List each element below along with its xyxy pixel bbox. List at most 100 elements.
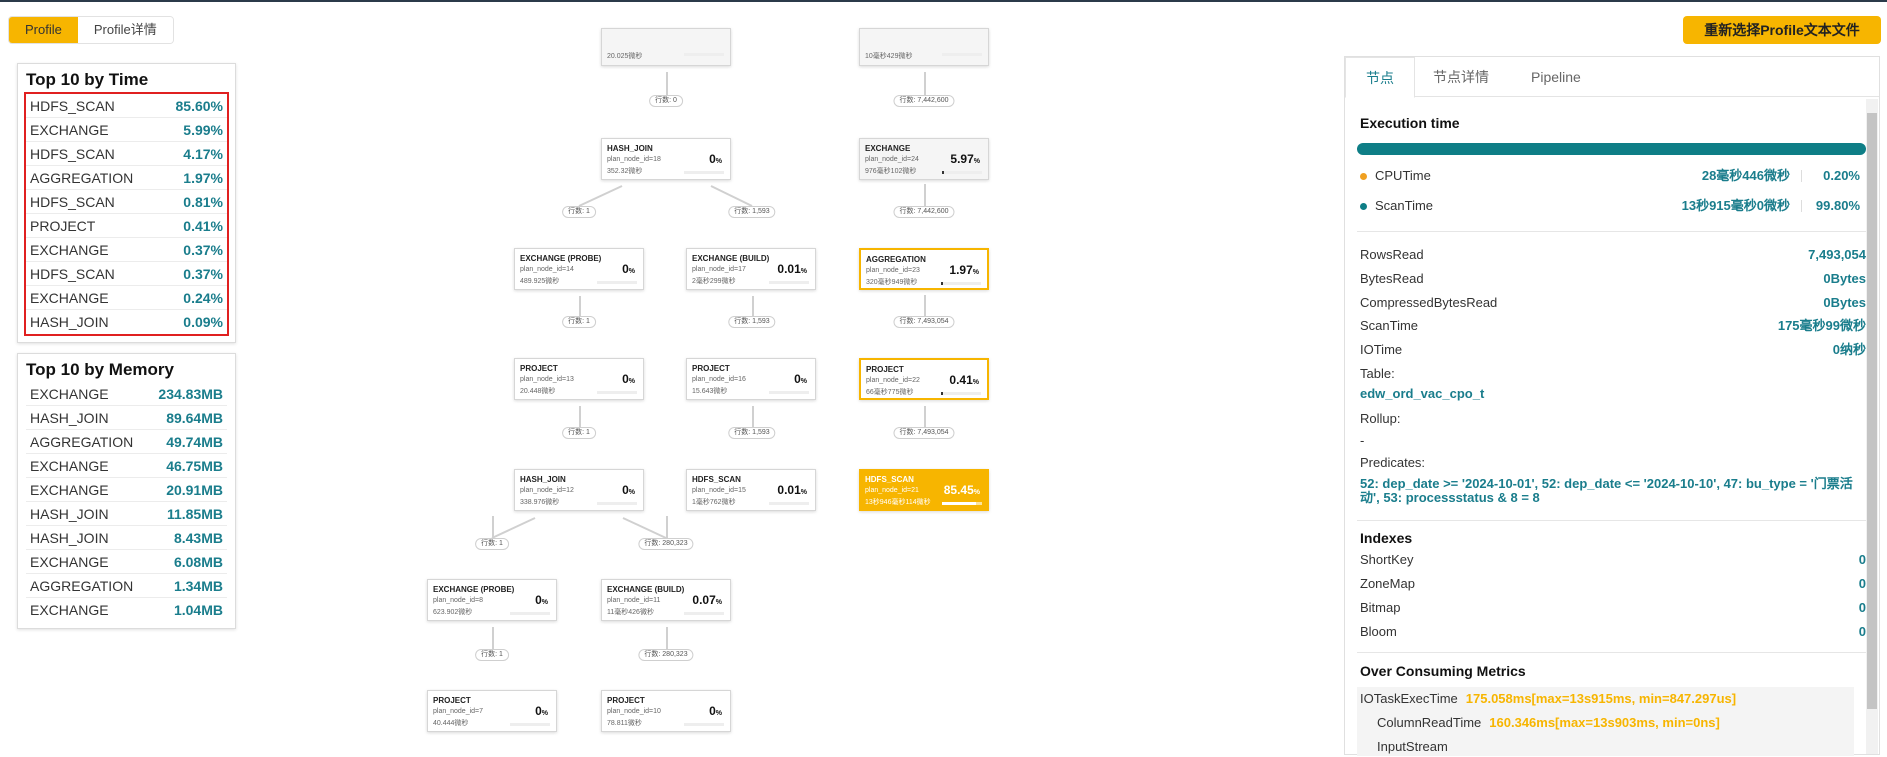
scan-time-percent: 99.80% bbox=[1815, 198, 1860, 213]
divider bbox=[1357, 520, 1866, 521]
plan-node-percent: 0% bbox=[709, 704, 722, 718]
over-metric-column-read: ColumnReadTime 160.346ms[max=13s903ms, mi… bbox=[1377, 715, 1720, 730]
plan-node[interactable]: 20.025微秒 bbox=[601, 28, 731, 66]
panel-scrollbar[interactable] bbox=[1866, 99, 1878, 754]
predicates-label: Predicates: bbox=[1360, 455, 1426, 470]
plan-node[interactable]: EXCHANGE plan_node_id=24 976毫秒102微秒 5.97% bbox=[859, 138, 989, 180]
plan-node[interactable]: HASH_JOIN plan_node_id=18 352.32微秒 0% bbox=[601, 138, 731, 180]
plan-node[interactable]: EXCHANGE (PROBE) plan_node_id=14 489.925微秒… bbox=[514, 248, 644, 290]
plan-node-percent-value: 0.07 bbox=[692, 593, 716, 607]
indexes-title: Indexes bbox=[1360, 530, 1413, 546]
plan-node[interactable]: HDFS_SCAN plan_node_id=15 1毫秒762微秒 0.01% bbox=[686, 469, 816, 511]
plan-node-time: 623.902微秒 bbox=[433, 609, 473, 616]
plan-node-percent-value: 0 bbox=[622, 483, 629, 497]
plan-node-time: 10毫秒429微秒 bbox=[865, 53, 913, 60]
plan-node-progress bbox=[510, 723, 550, 726]
plan-node-progress-fill bbox=[942, 502, 976, 505]
plan-node-id: plan_node_id=11 bbox=[607, 597, 661, 604]
plan-node-time: 320毫秒949微秒 bbox=[866, 279, 918, 286]
plan-node-name: HDFS_SCAN bbox=[865, 475, 914, 484]
plan-node-progress bbox=[941, 392, 981, 395]
plan-node-progress bbox=[769, 391, 809, 394]
panel-tabs: 节点 节点详情 Pipeline bbox=[1345, 57, 1879, 98]
predicates-value: 52: dep_date >= '2024-10-01', 52: dep_da… bbox=[1360, 476, 1853, 505]
plan-node-time: 489.925微秒 bbox=[520, 278, 560, 285]
edge-row-count: 行数: 1 bbox=[475, 649, 509, 661]
plan-node-name: HASH_JOIN bbox=[607, 144, 653, 153]
plan-node-percent-value: 0 bbox=[535, 593, 542, 607]
plan-node[interactable]: PROJECT plan_node_id=22 66毫秒775微秒 0.41% bbox=[859, 358, 989, 400]
execution-time-bar bbox=[1357, 143, 1866, 155]
tab-pipeline[interactable]: Pipeline bbox=[1531, 57, 1581, 97]
plan-node-id: plan_node_id=22 bbox=[866, 377, 920, 384]
plan-node-time: 40.444微秒 bbox=[433, 720, 469, 727]
plan-node-id: plan_node_id=8 bbox=[433, 597, 484, 604]
plan-node-id: plan_node_id=16 bbox=[692, 376, 746, 383]
plan-node-id: plan_node_id=10 bbox=[607, 708, 661, 715]
plan-node-progress bbox=[769, 502, 809, 505]
plan-node-id: plan_node_id=14 bbox=[520, 266, 574, 273]
plan-node-name: HDFS_SCAN bbox=[692, 475, 741, 484]
tab-node[interactable]: 节点 bbox=[1345, 57, 1415, 98]
plan-node-percent-unit: % bbox=[628, 378, 635, 385]
plan-node[interactable]: HASH_JOIN plan_node_id=12 338.976微秒 0% bbox=[514, 469, 644, 511]
scan-time-value: 13秒915毫秒0微秒 bbox=[1681, 198, 1790, 213]
plan-node-percent-unit: % bbox=[541, 710, 548, 717]
execution-time-title: Execution time bbox=[1360, 115, 1460, 131]
plan-node-percent: 0.07% bbox=[692, 593, 722, 607]
plan-node-name: EXCHANGE (BUILD) bbox=[607, 585, 685, 594]
plan-node[interactable]: PROJECT plan_node_id=7 40.444微秒 0% bbox=[427, 690, 557, 732]
plan-node[interactable]: EXCHANGE (BUILD) plan_node_id=11 11毫秒426微秒… bbox=[601, 579, 731, 621]
cpu-time-separator bbox=[1801, 170, 1802, 182]
plan-node[interactable]: PROJECT plan_node_id=13 20.448微秒 0% bbox=[514, 358, 644, 400]
plan-node-time: 78.811微秒 bbox=[607, 720, 642, 727]
plan-node-percent-unit: % bbox=[800, 489, 807, 496]
plan-node-time: 2毫秒299微秒 bbox=[692, 278, 736, 285]
scan-time-row: ScanTime 13秒915毫秒0微秒 99.80% bbox=[1360, 196, 1860, 216]
metric-rows-read: RowsRead 7,493,054 bbox=[1360, 247, 1866, 262]
plan-node-percent-unit: % bbox=[800, 378, 807, 385]
plan-node-progress bbox=[597, 281, 637, 284]
plan-node-progress bbox=[684, 53, 724, 56]
plan-node-progress bbox=[684, 723, 724, 726]
plan-node-percent: 0.41% bbox=[949, 373, 979, 387]
plan-node-percent: 0% bbox=[622, 262, 635, 276]
edge-row-count: 行数: 1,593 bbox=[728, 206, 776, 218]
plan-node-time: 13秒946毫秒114微秒 bbox=[865, 499, 931, 506]
plan-node-progress bbox=[942, 171, 982, 174]
edge-row-count: 行数: 0 bbox=[649, 95, 683, 107]
plan-node-name: EXCHANGE (PROBE) bbox=[433, 585, 515, 594]
plan-node-percent-value: 0 bbox=[622, 262, 629, 276]
plan-node[interactable]: HDFS_SCAN plan_node_id=21 13秒946毫秒114微秒 85.… bbox=[859, 469, 989, 511]
divider bbox=[1357, 652, 1866, 653]
plan-node[interactable]: AGGREGATION plan_node_id=23 320毫秒949微秒 1.97… bbox=[859, 248, 989, 290]
plan-node-id: plan_node_id=15 bbox=[692, 487, 746, 494]
edge-row-count: 行数: 1,593 bbox=[728, 316, 776, 328]
plan-node-percent: 5.97% bbox=[950, 152, 980, 166]
plan-node-percent-value: 0 bbox=[535, 704, 542, 718]
plan-node[interactable]: PROJECT plan_node_id=16 15.643微秒 0% bbox=[686, 358, 816, 400]
panel-scrollbar-thumb[interactable] bbox=[1867, 113, 1877, 709]
plan-node-progress bbox=[597, 391, 637, 394]
plan-node-id: plan_node_id=12 bbox=[520, 487, 574, 494]
plan-node-time: 352.32微秒 bbox=[607, 168, 643, 175]
edge-row-count: 行数: 1,593 bbox=[728, 427, 776, 439]
plan-node-progress bbox=[942, 502, 982, 505]
plan-node[interactable]: PROJECT plan_node_id=10 78.811微秒 0% bbox=[601, 690, 731, 732]
plan-node-time: 15.643微秒 bbox=[692, 388, 728, 395]
plan-node-percent: 0% bbox=[622, 372, 635, 386]
table-value: edw_ord_vac_cpo_t bbox=[1360, 386, 1485, 401]
rollup-value: - bbox=[1360, 433, 1365, 448]
plan-node[interactable]: EXCHANGE (BUILD) plan_node_id=17 2毫秒299微秒 0… bbox=[686, 248, 816, 290]
plan-node-time: 66毫秒775微秒 bbox=[866, 389, 914, 396]
metric-bytes-read: BytesRead 0Bytes bbox=[1360, 271, 1866, 286]
plan-node-progress bbox=[510, 612, 550, 615]
plan-node-percent-value: 0.41 bbox=[949, 373, 973, 387]
plan-node[interactable]: 10毫秒429微秒 bbox=[859, 28, 989, 66]
edge-row-count: 行数: 1 bbox=[562, 206, 596, 218]
plan-node-progress bbox=[684, 612, 724, 615]
plan-node-percent-value: 1.97 bbox=[949, 263, 973, 277]
plan-node[interactable]: EXCHANGE (PROBE) plan_node_id=8 623.902微秒 0… bbox=[427, 579, 557, 621]
tab-node-detail[interactable]: 节点详情 bbox=[1433, 57, 1489, 97]
edge-diagonal bbox=[710, 185, 753, 207]
